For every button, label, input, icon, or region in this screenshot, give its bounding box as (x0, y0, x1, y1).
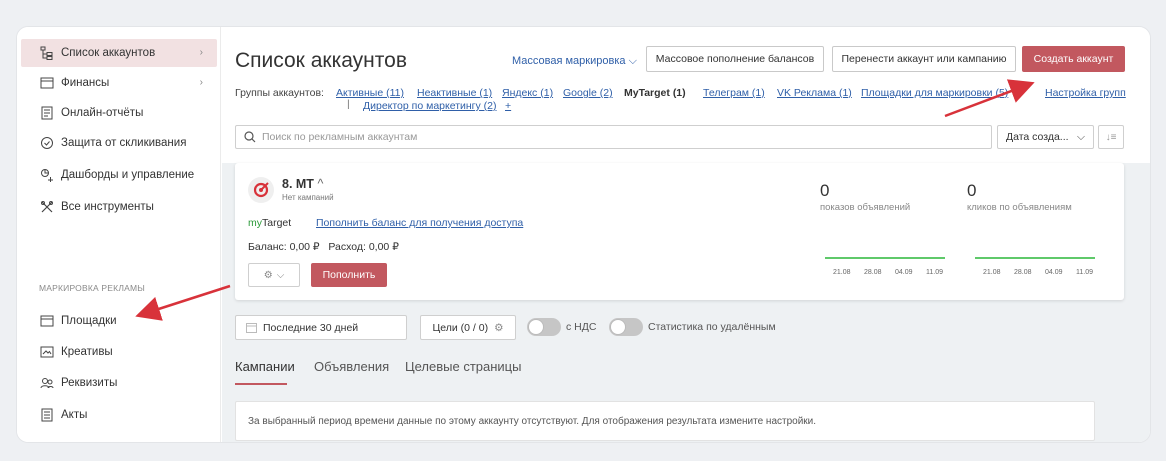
arrow-to-platforms (135, 284, 231, 321)
arrow-to-create-account (944, 79, 1035, 118)
annotation-arrows (135, 79, 1035, 321)
